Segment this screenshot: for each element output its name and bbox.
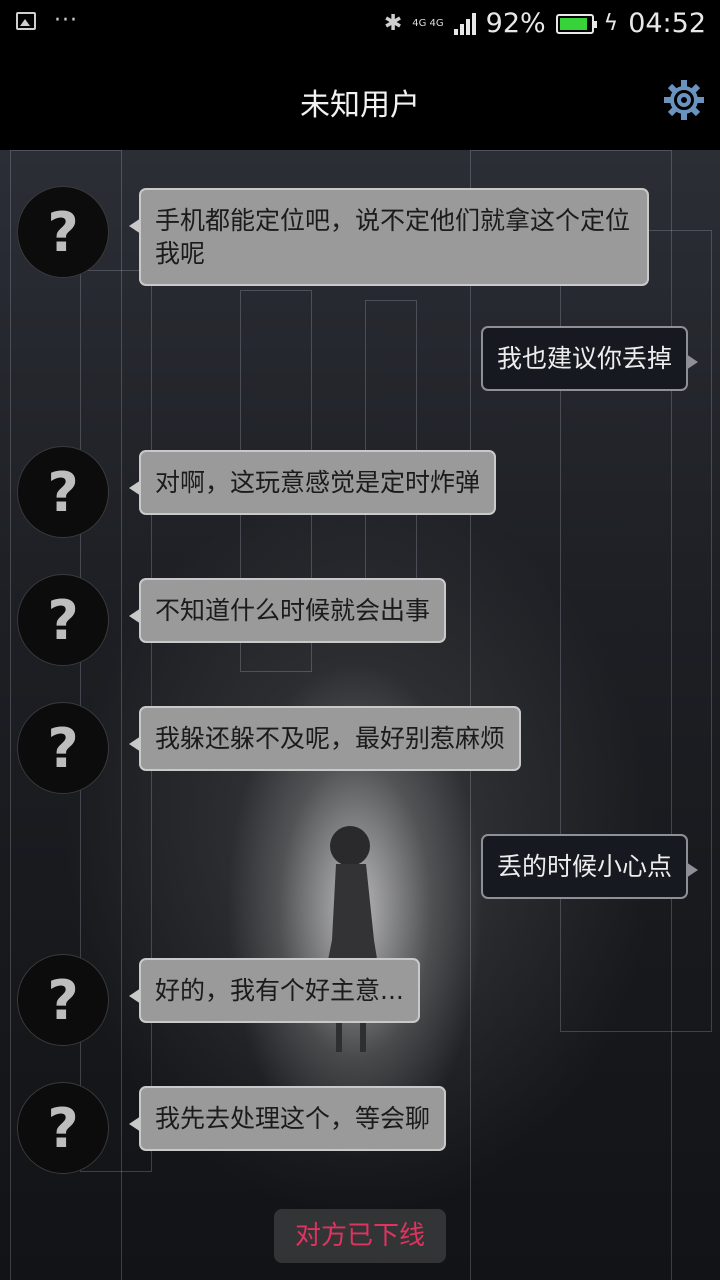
incoming-message-bubble[interactable]: 我先去处理这个，等会聊	[128, 1086, 447, 1151]
contact-avatar[interactable]: ?	[17, 186, 109, 278]
more-dots-icon: ···	[54, 8, 78, 33]
incoming-message-bubble[interactable]: 不知道什么时候就会出事	[128, 578, 447, 643]
battery-percent: 92%	[485, 8, 546, 39]
incoming-message-bubble[interactable]: 对啊，这玩意感觉是定时炸弹	[128, 450, 497, 515]
incoming-message-bubble[interactable]: 手机都能定位吧，说不定他们就拿这个定位我呢	[129, 188, 649, 286]
unknown-avatar-icon: ?	[47, 968, 79, 1032]
unknown-avatar-icon: ?	[47, 200, 79, 264]
settings-gear-icon[interactable]	[662, 78, 706, 122]
bluetooth-icon: ✱	[383, 11, 403, 36]
contact-avatar[interactable]: ?	[17, 1082, 109, 1174]
unknown-avatar-icon: ?	[47, 460, 79, 524]
unknown-avatar-icon: ?	[47, 716, 79, 780]
incoming-message-bubble[interactable]: 好的，我有个好主意...	[129, 958, 420, 1023]
offline-notice: 对方已下线	[274, 1209, 446, 1263]
battery-icon	[555, 13, 597, 34]
contact-avatar[interactable]: ?	[17, 574, 109, 666]
chat-area[interactable]: ? 手机都能定位吧，说不定他们就拿这个定位我呢 我也建议你丢掉 ? 对啊，这玩意…	[0, 150, 720, 1280]
contact-avatar[interactable]: ?	[17, 954, 109, 1046]
clock: 04:52	[628, 8, 706, 39]
status-bar: ··· ✱ 4G 4G 92% ϟ 04:52	[0, 0, 720, 50]
charging-icon: ϟ	[603, 11, 619, 36]
image-icon	[16, 12, 36, 30]
contact-avatar[interactable]: ?	[17, 446, 109, 538]
unknown-avatar-icon: ?	[47, 1096, 79, 1160]
battery-level-fill	[559, 17, 588, 30]
contact-avatar[interactable]: ?	[17, 702, 109, 794]
network-type: 4G 4G	[412, 18, 444, 29]
page-title: 未知用户	[300, 88, 420, 123]
outgoing-message-bubble[interactable]: 丢的时候小心点	[480, 834, 699, 899]
signal-icon	[453, 12, 476, 35]
status-right: ✱ 4G 4G 92% ϟ 04:52	[384, 8, 706, 39]
girl-silhouette	[322, 826, 382, 1052]
incoming-message-bubble[interactable]: 我躲还躲不及呢，最好别惹麻烦	[128, 706, 522, 771]
title-bar: 未知用户	[0, 50, 720, 150]
outgoing-message-bubble[interactable]: 我也建议你丢掉	[480, 326, 699, 391]
unknown-avatar-icon: ?	[47, 588, 79, 652]
status-left: ···	[16, 8, 78, 33]
